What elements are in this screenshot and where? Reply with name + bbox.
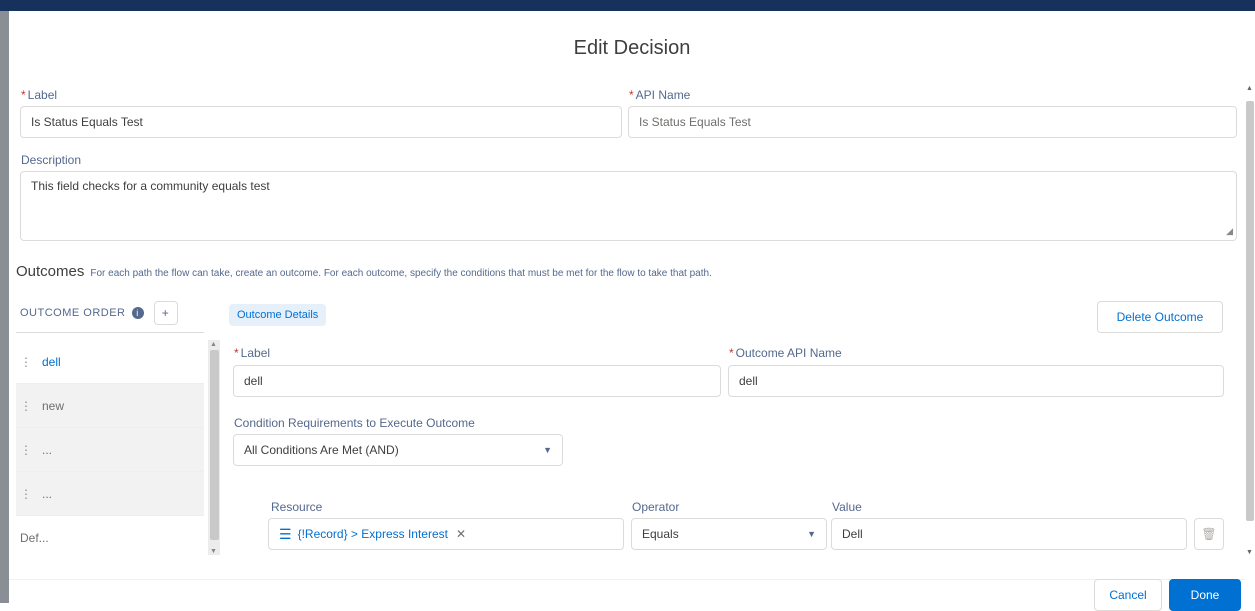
scroll-down-icon[interactable]: ▼ <box>210 548 217 555</box>
outcome-label-field-label: * Label <box>234 346 271 360</box>
label-field-label: * Label <box>21 88 58 102</box>
outcome-order-panel: OUTCOME ORDER i + ⋮ dell ⋮ new ⋮ ... ⋮ .… <box>16 294 220 574</box>
scroll-up-icon[interactable]: ▲ <box>210 341 217 348</box>
trash-icon: 🗑 <box>1201 527 1217 541</box>
label-input[interactable]: Is Status Equals Test <box>20 106 622 138</box>
condition-requirements-select[interactable]: All Conditions Are Met (AND) ▼ <box>233 434 563 466</box>
outcome-details-badge: Outcome Details <box>229 304 327 326</box>
resource-input[interactable]: ☰ {!Record} > Express Interest ✕ <box>268 518 624 550</box>
modal-scrollbar[interactable]: ▲ ▼ <box>1245 85 1255 590</box>
api-name-input[interactable]: Is Status Equals Test <box>628 106 1237 138</box>
chevron-down-icon: ▼ <box>807 529 816 539</box>
scroll-down-icon[interactable]: ▼ <box>1246 549 1253 556</box>
default-outcome-item[interactable]: Def... <box>16 516 204 560</box>
edit-decision-modal: Edit Decision * Label Is Status Equals Te… <box>9 11 1255 611</box>
drag-handle-icon[interactable]: ⋮ <box>20 443 32 457</box>
operator-label: Operator <box>632 500 680 514</box>
drag-handle-icon[interactable]: ⋮ <box>20 399 32 413</box>
description-textarea[interactable]: This field checks for a community equals… <box>20 171 1237 241</box>
top-header-bar <box>0 0 1255 11</box>
close-icon[interactable]: ✕ <box>456 527 466 541</box>
outcome-item[interactable]: ⋮ dell <box>16 340 204 384</box>
resize-grip-icon[interactable]: ◢ <box>1226 226 1233 237</box>
chevron-down-icon: ▼ <box>543 445 552 455</box>
modal-scroll-thumb[interactable] <box>1246 101 1254 521</box>
api-name-field-label: * API Name <box>629 88 691 102</box>
operator-select[interactable]: Equals ▼ <box>631 518 827 550</box>
value-input[interactable]: Dell <box>831 518 1187 550</box>
modal-title: Edit Decision <box>573 37 691 59</box>
description-field-label: Description <box>21 153 82 167</box>
scroll-up-icon[interactable]: ▲ <box>1246 85 1253 92</box>
drag-handle-icon[interactable]: ⋮ <box>20 355 32 369</box>
condition-requirements-label: Condition Requirements to Execute Outcom… <box>234 416 475 430</box>
delete-condition-button[interactable]: 🗑 <box>1194 518 1224 550</box>
drag-handle-icon[interactable]: ⋮ <box>20 487 32 501</box>
info-icon[interactable]: i <box>131 307 144 319</box>
outcome-order-header: OUTCOME ORDER i + <box>16 294 204 333</box>
list-icon: ☰ <box>279 525 292 542</box>
outcome-api-name-field-label: * Outcome API Name <box>729 346 842 360</box>
footer-divider <box>9 579 1245 580</box>
outcomes-heading: Outcomes For each path the flow can take,… <box>16 263 712 280</box>
outcome-item[interactable]: ⋮ new <box>16 384 204 428</box>
cancel-button[interactable]: Cancel <box>1094 579 1162 611</box>
outcome-item[interactable]: ⋮ ... <box>16 428 204 472</box>
backdrop-edge <box>0 11 9 603</box>
outcome-label-input[interactable]: dell <box>233 365 721 397</box>
done-button[interactable]: Done <box>1169 579 1241 611</box>
value-label: Value <box>832 500 862 514</box>
delete-outcome-button[interactable]: Delete Outcome <box>1097 301 1223 333</box>
outcome-api-name-input[interactable]: dell <box>728 365 1224 397</box>
outcome-list-scroll-thumb[interactable] <box>210 350 219 540</box>
add-outcome-button[interactable]: + <box>153 301 178 325</box>
outcome-item[interactable]: ⋮ ... <box>16 472 204 516</box>
resource-label: Resource <box>271 500 323 514</box>
resource-pill[interactable]: ☰ {!Record} > Express Interest ✕ <box>279 526 466 543</box>
